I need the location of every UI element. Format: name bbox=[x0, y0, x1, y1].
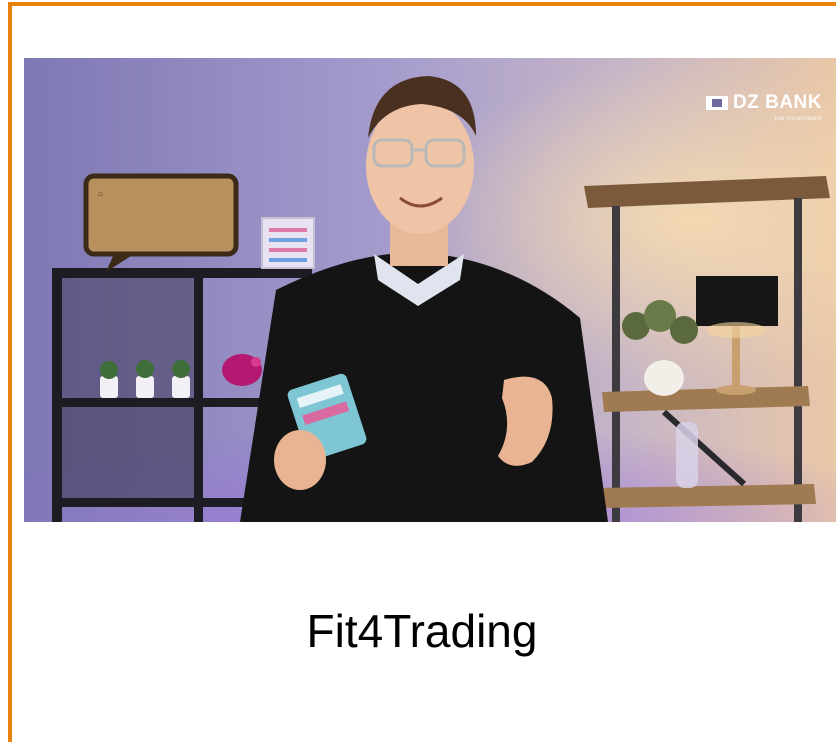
video-thumbnail[interactable]: ⌂ DZ BANK Die Initiativbank bbox=[24, 58, 836, 522]
logo-name: DZ BANK bbox=[733, 92, 822, 113]
thumbnail-scene: ⌂ bbox=[24, 58, 836, 522]
svg-text:⌂: ⌂ bbox=[98, 189, 103, 198]
small-plants bbox=[100, 360, 190, 398]
logo-tagline: Die Initiativbank bbox=[774, 116, 822, 122]
bottle bbox=[676, 422, 698, 488]
card-title[interactable]: Fit4Trading bbox=[8, 604, 836, 658]
dz-bank-logo: DZ BANK Die Initiativbank bbox=[706, 92, 822, 122]
dz-bank-logo-icon bbox=[706, 96, 728, 110]
abacus bbox=[261, 217, 315, 269]
piggy-bank bbox=[222, 354, 262, 386]
